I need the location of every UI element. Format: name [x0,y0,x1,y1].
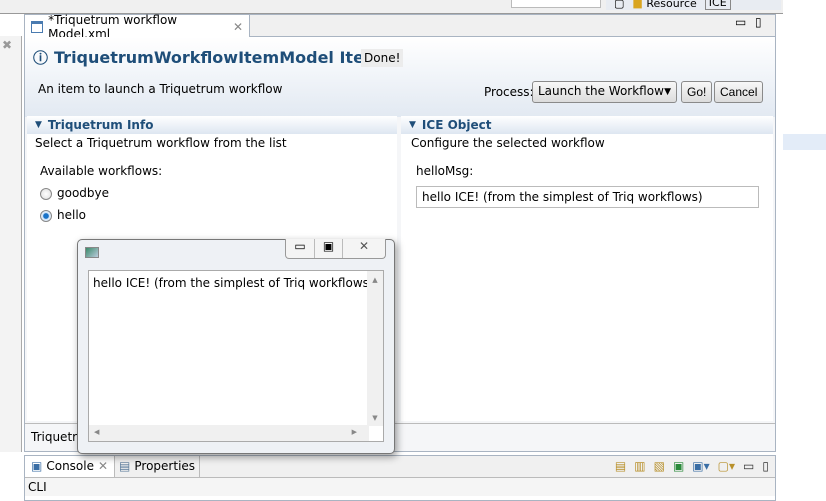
output-text: hello ICE! (from the simplest of Triq wo… [93,276,374,290]
scroll-lock-icon[interactable]: ▥ [634,459,645,473]
window-controls: ▭ ▣ ✕ [285,239,386,259]
horizontal-scrollbar[interactable]: ◀ ▶ [89,425,369,441]
section-description: Select a Triquetrum workflow from the li… [35,136,287,150]
close-tab-icon[interactable]: ✕ [98,459,108,474]
radio-goodbye[interactable]: goodbye [27,182,397,204]
clear-console-icon[interactable]: ▤ [615,459,626,473]
close-icon[interactable]: ✕ [342,239,385,258]
info-icon: ⓘ [33,49,49,67]
collapse-icon: ▼ [409,120,416,130]
minimize-icon[interactable]: ▭ [743,459,754,473]
perspective-label: ICE [708,0,727,9]
section-title: ICE Object [421,118,492,132]
section-description: Configure the selected workflow [411,136,605,150]
background [783,0,826,501]
process-value: Launch the Workflow [538,84,664,98]
radio-label: goodbye [57,186,110,200]
cancel-button[interactable]: Cancel [714,81,764,103]
properties-icon: ▤ [119,459,131,473]
close-tab-icon[interactable]: ✕ [233,20,243,34]
left-panel: ✖ [0,36,22,452]
workflows-label: Available workflows: [40,164,163,178]
display-console-icon[interactable]: ▣▾ [692,459,709,473]
maximize-icon[interactable]: ▣ [314,239,342,258]
window-icon [85,247,99,258]
close-icon[interactable]: ✖ [2,38,12,52]
radio-button[interactable] [40,187,52,200]
pin-console-icon[interactable]: ▣ [673,459,684,473]
file-icon [31,20,44,33]
console-tab-row: ▣ Console ✕ ▤ Properties ▤ ▥ ▧ ▣ ▣▾ ▢▾ ▭ ▯ [25,456,775,478]
hello-msg-input[interactable]: hello ICE! (from the simplest of Triq wo… [416,186,759,208]
process-label: Process: [484,85,534,99]
tab-label: Properties [134,459,196,473]
minimize-icon[interactable]: ▭ [735,15,746,29]
collapse-icon: ▼ [35,120,42,130]
perspective-bar: ▢ ■ Resource ICE [606,0,781,10]
go-button[interactable]: Go! [681,81,713,103]
console-name: CLI [25,478,775,496]
maximize-icon[interactable]: ▯ [755,15,762,29]
editor-tab-row: *Triquetrum workflow Model.xml ✕ ▭ ▯ [25,13,775,41]
tab-console[interactable]: ▣ Console ✕ [25,456,116,477]
ice-object-section: ▼ ICE Object Configure the selected workf… [401,116,773,421]
form-description: An item to launch a Triquetrum workflow [38,82,283,96]
open-perspective-icon[interactable]: ▢ [614,0,624,10]
console-toolbar: ▤ ▥ ▧ ▣ ▣▾ ▢▾ ▭ ▯ [615,459,769,473]
minimize-icon[interactable]: ▭ [286,239,314,258]
status-label: Done! [361,49,404,67]
perspective-ice[interactable]: ICE [704,0,731,10]
word-wrap-icon[interactable]: ▧ [654,459,665,473]
folder-icon: ■ [632,0,643,10]
console-icon: ▣ [31,459,43,473]
section-header[interactable]: ▼ Triquetrum Info [27,116,397,134]
form-title: ⓘ TriquetrumWorkflowItemModel Item 1 [33,47,397,68]
perspective-label: Resource [646,0,697,10]
field-label: helloMsg: [416,164,474,178]
radio-label: hello [57,208,86,222]
editor-tab[interactable]: *Triquetrum workflow Model.xml ✕ [25,13,250,41]
output-dialog: ▭ ▣ ✕ hello ICE! (from the simplest of T… [77,239,395,454]
process-select[interactable]: Launch the Workflow ▼ [532,81,677,103]
vertical-scrollbar[interactable]: ▲ ▼ [367,271,383,426]
section-header[interactable]: ▼ ICE Object [401,116,773,134]
quick-access-input[interactable] [511,0,601,8]
section-title: Triquetrum Info [47,118,154,132]
open-console-icon[interactable]: ▢▾ [718,459,735,473]
console-panel: ▣ Console ✕ ▤ Properties ▤ ▥ ▧ ▣ ▣▾ ▢▾ ▭ ▯ … [24,455,776,501]
chevron-down-icon: ▼ [664,87,671,97]
tab-properties[interactable]: ▤ Properties [115,456,201,477]
perspective-resource[interactable]: ■ Resource [632,0,696,10]
maximize-icon[interactable]: ▯ [762,459,769,473]
radio-button[interactable] [40,209,52,222]
form-title-text: TriquetrumWorkflowItemModel Item 1 [54,48,398,67]
output-textarea[interactable]: hello ICE! (from the simplest of Triq wo… [88,270,384,442]
radio-hello[interactable]: hello [27,204,397,226]
background-highlight [783,134,826,150]
form-header: ⓘ TriquetrumWorkflowItemModel Item 1 Don… [25,37,775,117]
tab-label: Console [46,459,94,473]
